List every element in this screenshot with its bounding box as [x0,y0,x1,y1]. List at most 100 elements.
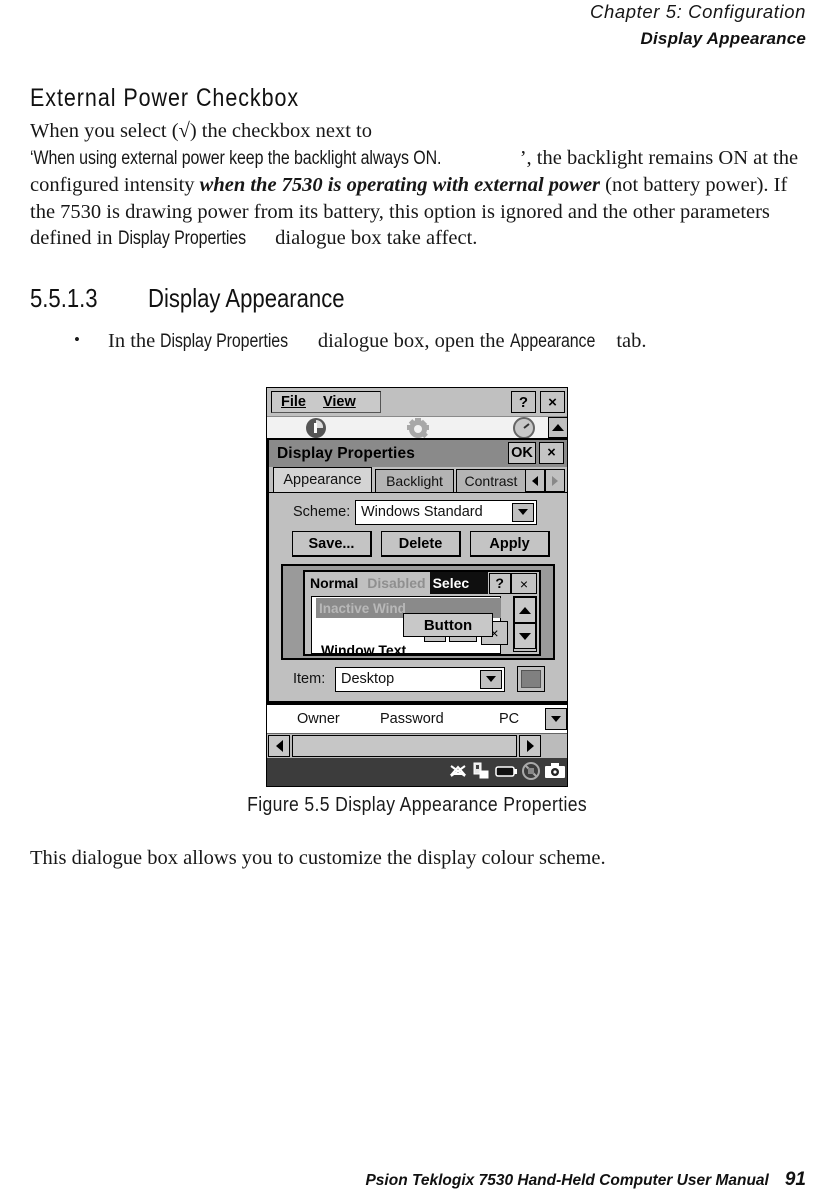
camera-icon[interactable] [544,761,566,786]
bullet-text-2: dialogue box, open the [312,329,510,352]
system-tray [448,761,566,786]
running-head-section: Display Appearance [640,29,806,48]
item-combobox[interactable]: Desktop [335,666,505,692]
appearance-preview-pane[interactable]: Normal Disabled Selec ? × Inactive Wind … [281,564,555,660]
bullet-ui-appearance: Appearance [509,330,595,352]
scheme-button-row: Save... Delete Apply [269,531,567,558]
volume-muted-icon[interactable] [521,761,541,786]
tab-scroll-right-button[interactable] [545,469,565,492]
heading-number: 5.5.1.3 [30,282,98,313]
chevron-down-icon [551,716,561,722]
preview-scrollbar[interactable] [513,596,537,652]
footer-title: Psion Teklogix 7530 Hand-Held Computer U… [365,1172,769,1189]
display-properties-dialog: Display Properties OK × Appearance Backl… [267,438,567,703]
preview-window-text: Window Text [321,642,407,658]
para-quote-close: ’ [519,146,527,169]
paragraph-external-power: When you select (√) the checkbox next to… [30,118,806,253]
triangle-left-icon [532,475,538,486]
item-label: Item: [293,671,326,687]
tab-backlight[interactable]: Backlight [375,469,454,492]
bullet-dot-icon: • [74,329,80,349]
para-quote: ‘When using external power keep the back… [30,147,442,169]
item-color-swatch[interactable] [517,666,545,692]
para-ui-display-properties: Display Properties [117,228,246,249]
para-text-1: When you select (√) the checkbox next to [30,120,372,142]
network-disconnected-icon[interactable] [448,761,468,786]
dialog-ok-button[interactable]: OK [508,442,536,464]
para-text-4: dialogue box take affect. [270,227,478,249]
horizontal-scrollbar[interactable] [267,733,567,758]
menu-view[interactable]: View [323,394,356,410]
item-color-swatch-fill [521,670,541,688]
heading-title: Display Appearance [148,282,345,313]
bullet-ui-display-properties: Display Properties [160,330,289,352]
scrollbar-thumb[interactable] [292,735,517,757]
scheme-dropdown-button[interactable] [512,502,534,522]
scheme-row: Scheme: Windows Standard [269,499,567,525]
preview-sample-window: Normal Disabled Selec ? × Inactive Wind … [303,570,541,658]
preview-close-button[interactable]: × [511,573,537,594]
preview-inactive-title-text: Inactive Wind [319,600,406,616]
list-column-password[interactable]: Password [380,711,444,727]
chevron-down-icon [486,676,496,682]
control-panel-icon-row [267,415,567,439]
page-footer: Psion Teklogix 7530 Hand-Held Computer U… [0,1169,806,1191]
preview-titlebar: Normal Disabled Selec ? × [305,572,539,594]
preview-scroll-up-button[interactable] [514,597,536,623]
list-column-pc[interactable]: PC [499,711,519,727]
preview-help-button[interactable]: ? [488,572,511,594]
triangle-down-icon [519,632,531,640]
control-panel-menu[interactable]: File View [271,391,381,413]
item-value: Desktop [341,671,395,687]
triangle-right-icon [526,740,534,752]
preview-scroll-down-button[interactable] [514,623,536,649]
gear-settings-icon[interactable] [405,415,431,439]
tab-appearance[interactable]: Appearance [273,467,372,492]
device-screenshot: File View ? × Display Properties OK × Ap… [266,387,568,787]
list-strip-dropdown-button[interactable] [545,708,567,730]
figure-display-appearance: File View ? × Display Properties OK × Ap… [0,387,834,792]
clock-icon[interactable] [511,415,537,439]
bullet-list: • In the Display Properties dialogue box,… [30,328,806,355]
scroll-left-button[interactable] [268,735,290,757]
list-item: • In the Display Properties dialogue box,… [30,328,806,355]
dialog-title: Display Properties [277,444,415,462]
tab-contrast[interactable]: Contrast [456,469,526,492]
preview-button-sample[interactable]: Button [403,613,493,637]
battery-icon[interactable] [494,761,518,786]
tab-scroll-left-button[interactable] [525,469,545,492]
scheme-label: Scheme: [293,504,351,520]
triangle-up-icon [552,424,564,431]
heading-5-5-1-3: 5.5.1.3 Display Appearance [30,283,806,314]
bullet-text-1: In the [108,329,161,352]
dialog-close-button[interactable]: × [539,442,564,464]
preview-normal-label: Normal [305,572,364,594]
dialog-tab-row: Appearance Backlight Contrast [269,467,567,492]
scroll-right-button[interactable] [519,735,541,757]
preview-disabled-label: Disabled [363,572,430,594]
dialog-titlebar: Display Properties OK × [269,440,567,467]
save-button[interactable]: Save... [292,531,372,557]
item-dropdown-button[interactable] [480,669,502,689]
triangle-up-icon [519,606,531,614]
apply-button[interactable]: Apply [470,531,550,557]
triangle-left-icon [275,740,283,752]
list-column-owner[interactable]: Owner [297,711,340,727]
running-head-chapter: Chapter 5: Configuration [590,1,806,22]
paragraph-post-figure: This dialogue box allows you to customiz… [30,847,606,869]
page-content: External Power Checkbox When you select … [30,84,806,355]
heading-external-power-checkbox: External Power Checkbox [30,84,300,112]
control-panel-close-button[interactable]: × [540,391,565,413]
devices-icon[interactable] [471,761,491,786]
delete-button[interactable]: Delete [381,531,461,557]
bullet-text-3: tab. [611,329,647,352]
running-head: Chapter 5: Configuration Display Appeara… [590,0,806,51]
scheme-combobox[interactable]: Windows Standard [355,499,537,525]
control-panel-help-button[interactable]: ? [511,391,536,413]
triangle-right-icon [552,475,558,486]
control-panel-menubar: File View ? × [267,388,567,416]
menu-file[interactable]: File [281,394,306,410]
device-taskbar [267,758,567,786]
power-properties-icon[interactable] [303,415,329,439]
control-panel-scroll-up-button[interactable] [548,417,567,438]
